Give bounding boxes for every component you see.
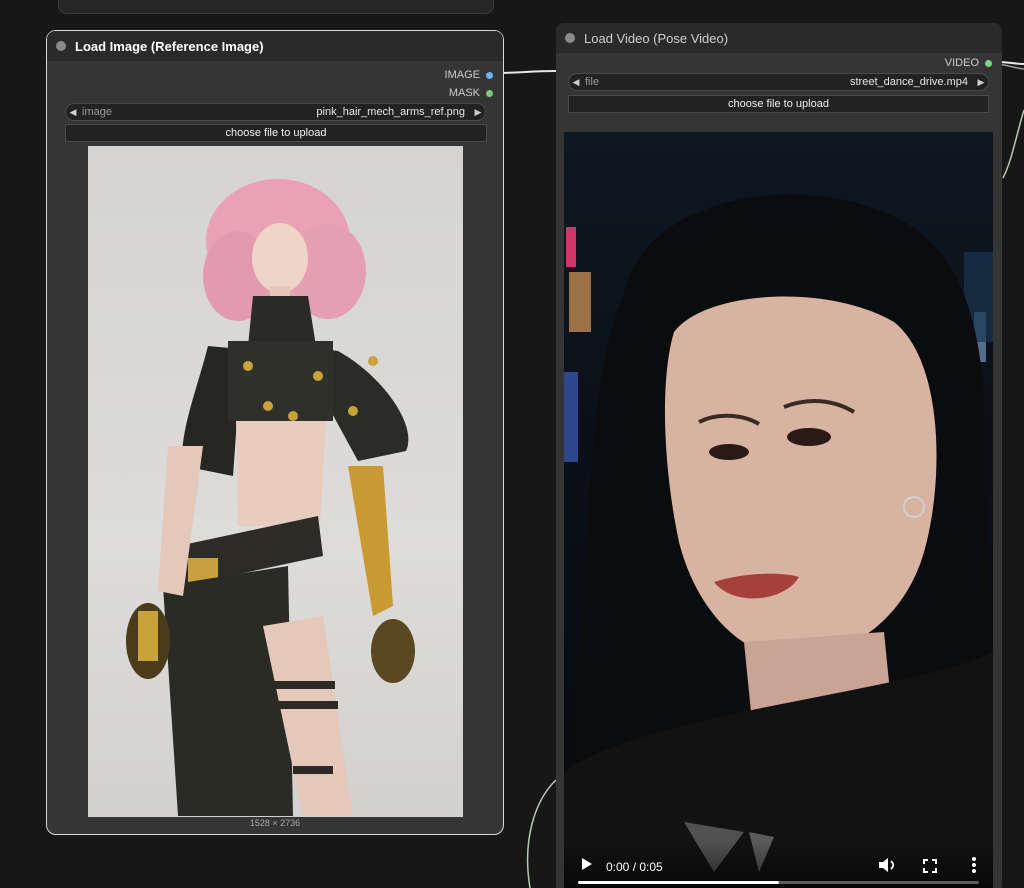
file-combo-widget[interactable]: ◀ file street_dance_drive.mp4 ▶ xyxy=(568,73,989,91)
video-controls: 0:00 / 0:05 xyxy=(564,840,993,888)
video-progress-bar[interactable] xyxy=(578,881,979,884)
image-dimensions: 1528 × 2736 xyxy=(249,818,301,828)
output-label: IMAGE xyxy=(444,69,480,81)
widget-label: image xyxy=(82,106,112,118)
video-time: 0:00 / 0:05 xyxy=(606,860,663,874)
graph-canvas[interactable]: Load Image (Reference Image) IMAGE MASK … xyxy=(0,0,1024,888)
play-icon[interactable] xyxy=(582,858,592,870)
more-vert-icon[interactable] xyxy=(971,856,977,874)
output-mask[interactable]: MASK xyxy=(449,85,493,101)
output-image[interactable]: IMAGE xyxy=(445,67,493,83)
output-label: VIDEO xyxy=(944,57,979,69)
node-title: Load Video (Pose Video) xyxy=(584,30,729,46)
output-video[interactable]: VIDEO xyxy=(945,55,992,71)
node-header[interactable]: Load Image (Reference Image) xyxy=(47,31,503,61)
bottom-left-wire xyxy=(526,779,557,888)
fullscreen-icon[interactable] xyxy=(923,859,937,873)
video-progress-fill xyxy=(578,881,779,884)
previous-node-stub xyxy=(58,0,494,14)
upload-button[interactable]: choose file to upload xyxy=(65,124,487,142)
output-label: MASK xyxy=(448,87,480,99)
left-arrow-icon[interactable]: ◀ xyxy=(569,77,583,88)
reference-image-preview xyxy=(88,146,463,817)
video-frame-content xyxy=(564,194,993,888)
output-slot-icon[interactable] xyxy=(486,71,493,79)
video-preview-player[interactable]: 0:00 / 0:05 xyxy=(564,132,993,888)
left-arrow-icon[interactable]: ◀ xyxy=(66,107,80,118)
widget-value: pink_hair_mech_arms_ref.png xyxy=(316,106,465,118)
collapse-dot-icon[interactable] xyxy=(565,33,575,43)
collapse-dot-icon[interactable] xyxy=(56,41,66,51)
load-image-node[interactable]: Load Image (Reference Image) IMAGE MASK … xyxy=(46,30,504,835)
node-title: Load Image (Reference Image) xyxy=(75,38,264,54)
load-video-node[interactable]: Load Video (Pose Video) VIDEO ◀ file str… xyxy=(556,23,1002,888)
widget-label: file xyxy=(585,76,600,88)
upload-button[interactable]: choose file to upload xyxy=(568,95,989,113)
node-header[interactable]: Load Video (Pose Video) xyxy=(556,23,1002,53)
volume-icon[interactable] xyxy=(877,856,897,874)
output-slot-icon[interactable] xyxy=(985,59,992,67)
widget-value: street_dance_drive.mp4 xyxy=(849,76,968,88)
right-arrow-icon[interactable]: ▶ xyxy=(471,107,485,118)
output-slot-icon[interactable] xyxy=(486,89,493,97)
character-illustration xyxy=(126,179,415,816)
right-arrow-icon[interactable]: ▶ xyxy=(974,77,988,88)
image-combo-widget[interactable]: ◀ image pink_hair_mech_arms_ref.png ▶ xyxy=(65,103,486,121)
video-side-wire xyxy=(1002,109,1024,179)
